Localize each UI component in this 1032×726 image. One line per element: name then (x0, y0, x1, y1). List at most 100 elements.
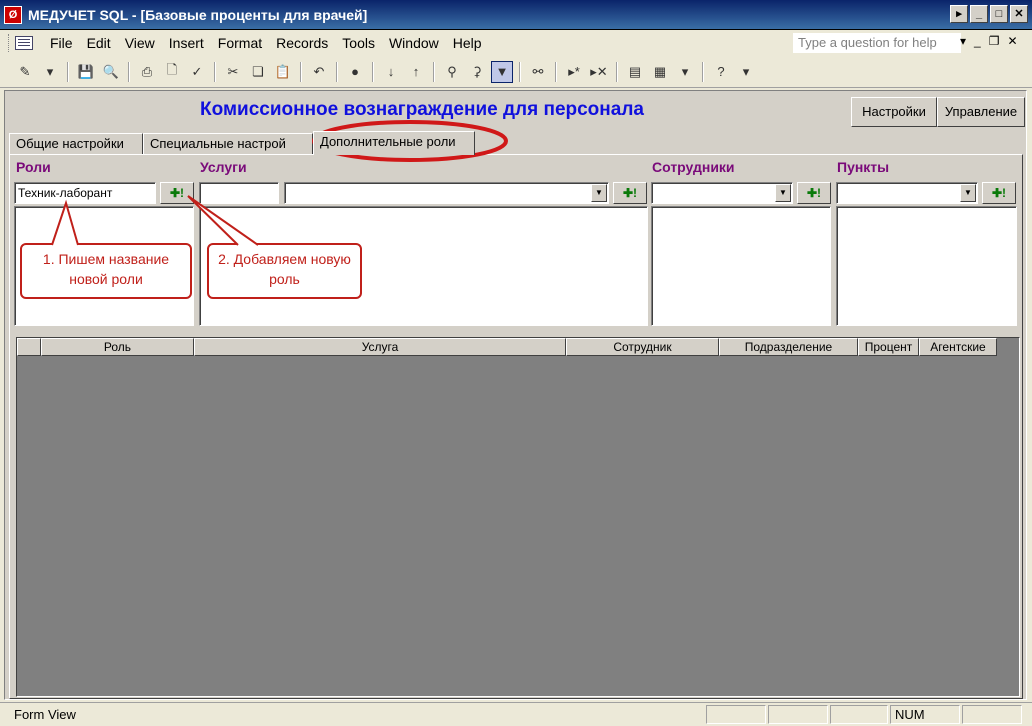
paste-icon[interactable]: 📋 (272, 61, 294, 83)
tab-general-settings[interactable]: Общие настройки (9, 133, 143, 155)
employee-dropdown-icon[interactable]: ▼ (775, 184, 791, 202)
add-service-button[interactable]: ✚! (613, 182, 647, 204)
toolbar-separator (702, 61, 704, 82)
menu-view[interactable]: View (118, 35, 162, 51)
menu-edit[interactable]: Edit (80, 35, 118, 51)
new-record-icon[interactable]: ▸* (563, 61, 585, 83)
grid-col-department[interactable]: Подразделение (719, 338, 858, 356)
toolbar-separator (555, 61, 557, 82)
toolbar-separator (128, 61, 130, 82)
menu-window[interactable]: Window (382, 35, 446, 51)
print-icon[interactable]: ⎙ (136, 61, 158, 83)
doc-restore-icon[interactable]: ❐ (989, 34, 1000, 48)
add-employee-button[interactable]: ✚! (797, 182, 831, 204)
menu-tools[interactable]: Tools (335, 35, 382, 51)
hyperlink-icon[interactable]: ● (344, 61, 366, 83)
menu-format[interactable]: Format (211, 35, 269, 51)
services-label: Услуги (200, 159, 247, 175)
form-area: Комиссионное вознаграждение для персонал… (4, 90, 1027, 700)
close-button[interactable]: ✕ (1010, 5, 1028, 23)
service-select[interactable]: ▼ (284, 182, 609, 204)
grid-col-role[interactable]: Роль (41, 338, 194, 356)
toolbar-separator (372, 61, 374, 82)
additional-roles-page: Роли Услуги Сотрудники Пункты Техник-лаб… (9, 154, 1023, 699)
num-lock-indicator: NUM (890, 705, 960, 724)
form-title: Комиссионное вознаграждение для персонал… (200, 99, 644, 120)
tab-additional-roles[interactable]: Дополнительные роли (313, 131, 475, 155)
doc-close-icon[interactable]: ✕ (1007, 34, 1017, 48)
roles-grid[interactable]: Роль Услуга Сотрудник Подразделение Проц… (16, 337, 1020, 697)
window-controls: ▸ _ □ ✕ (950, 5, 1028, 23)
toolbar-options-icon[interactable]: ▾ (735, 61, 757, 83)
settings-button[interactable]: Настройки (851, 97, 937, 127)
menu-insert[interactable]: Insert (162, 35, 211, 51)
window-title: МЕДУЧЕТ SQL - [Базовые проценты для врач… (28, 6, 368, 23)
menu-file[interactable]: File (43, 35, 80, 51)
tab-special-settings[interactable]: Специальные настрой (143, 133, 313, 155)
ask-dropdown-icon[interactable]: ▾ (960, 34, 966, 48)
database-window-icon[interactable]: ▤ (624, 61, 646, 83)
new-object-dropdown-icon[interactable]: ▾ (674, 61, 696, 83)
filter-by-selection-icon[interactable]: ⚲ (441, 61, 463, 83)
service-code-input[interactable] (199, 182, 279, 204)
menu-grip[interactable] (8, 34, 11, 52)
copy-icon[interactable]: ❏ (247, 61, 269, 83)
toolbar-separator (336, 61, 338, 82)
view-dropdown-icon[interactable]: ▾ (39, 61, 61, 83)
delete-record-icon[interactable]: ▸✕ (588, 61, 610, 83)
status-cell (706, 705, 766, 724)
print-preview-icon[interactable]: 🗋 (161, 61, 183, 83)
cut-icon[interactable]: ✂ (222, 61, 244, 83)
maximize-button[interactable]: □ (990, 5, 1008, 23)
new-object-icon[interactable]: ▦ (649, 61, 671, 83)
undo-icon[interactable]: ↶ (308, 61, 330, 83)
grid-col-percent[interactable]: Процент (858, 338, 919, 356)
sort-ascending-icon[interactable]: ↓ (380, 61, 402, 83)
point-select[interactable]: ▼ (836, 182, 978, 204)
design-view-icon[interactable]: ✎ (14, 61, 36, 83)
add-role-button[interactable]: ✚! (160, 182, 194, 204)
access-window: Ø МЕДУЧЕТ SQL - [Базовые проценты для вр… (0, 0, 1032, 726)
tab-strip: Общие настройки Специальные настрой Допо… (9, 131, 475, 155)
toolbar-separator (519, 61, 521, 82)
toolbar-separator (433, 61, 435, 82)
grid-col-employee[interactable]: Сотрудник (566, 338, 719, 356)
toolbar-separator (214, 61, 216, 82)
status-view-text: Form View (14, 707, 76, 722)
apply-filter-icon[interactable]: ▼ (491, 60, 513, 83)
toolbar-separator (616, 61, 618, 82)
add-point-button[interactable]: ✚! (982, 182, 1016, 204)
menu-help[interactable]: Help (446, 35, 489, 51)
employees-listbox[interactable] (651, 206, 831, 326)
help-icon[interactable]: ? (710, 61, 732, 83)
toolbar-separator (67, 61, 69, 82)
restore-arrow-icon[interactable]: ▸ (950, 5, 968, 23)
sort-descending-icon[interactable]: ↑ (405, 61, 427, 83)
spelling-icon[interactable]: ✓ (186, 61, 208, 83)
grid-selector-header[interactable] (17, 338, 41, 356)
menu-records[interactable]: Records (269, 35, 335, 51)
manage-button[interactable]: Управление (937, 97, 1025, 127)
roles-label: Роли (16, 159, 51, 175)
service-dropdown-icon[interactable]: ▼ (591, 184, 607, 202)
minimize-button[interactable]: _ (970, 5, 988, 23)
employees-label: Сотрудники (652, 159, 735, 175)
role-name-input[interactable]: Техник-лаборант (14, 182, 156, 204)
find-icon[interactable]: ⚯ (527, 61, 549, 83)
grid-col-agent-fee[interactable]: Агентские (919, 338, 997, 356)
form-document-icon[interactable] (15, 36, 33, 50)
points-listbox[interactable] (836, 206, 1017, 326)
file-search-icon[interactable]: 🔍 (100, 61, 122, 83)
point-dropdown-icon[interactable]: ▼ (960, 184, 976, 202)
employee-select[interactable]: ▼ (651, 182, 793, 204)
access-app-icon[interactable]: Ø (4, 5, 22, 24)
status-cell (830, 705, 888, 724)
status-cell (768, 705, 828, 724)
filter-by-form-icon[interactable]: ⚳ (466, 61, 488, 83)
status-cell (962, 705, 1022, 724)
grid-col-service[interactable]: Услуга (194, 338, 566, 356)
ask-question-input[interactable]: Type a question for help (793, 33, 961, 53)
save-icon[interactable]: 💾 (75, 61, 97, 83)
doc-minimize-icon[interactable]: _ (974, 34, 981, 48)
points-label: Пункты (837, 159, 890, 175)
